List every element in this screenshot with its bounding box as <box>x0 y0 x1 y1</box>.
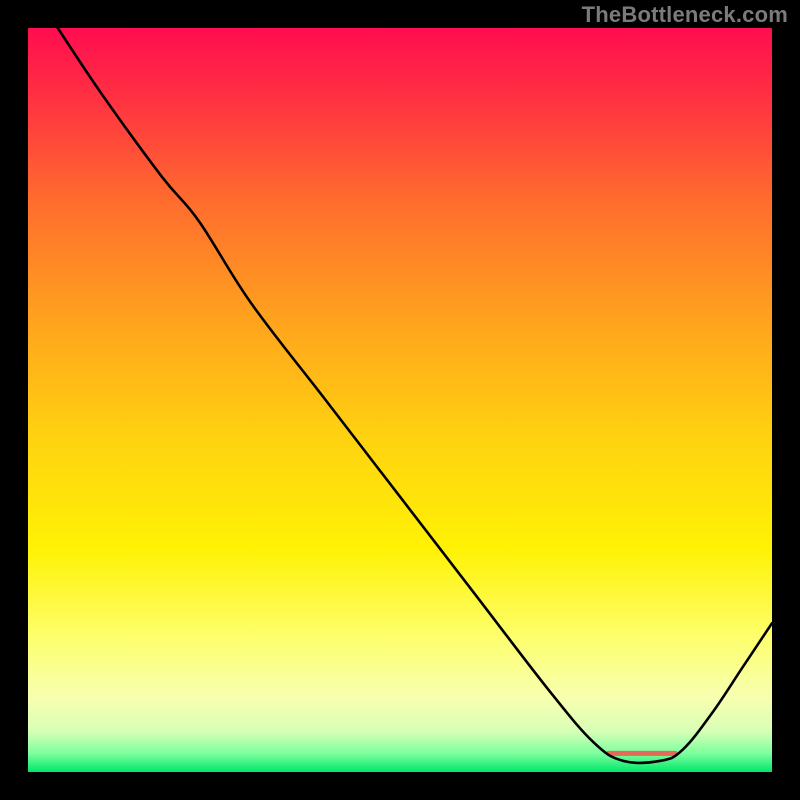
bottleneck-chart <box>28 28 772 772</box>
chart-stage: TheBottleneck.com <box>0 0 800 800</box>
gradient-panel <box>28 28 772 772</box>
watermark-text: TheBottleneck.com <box>582 2 788 28</box>
